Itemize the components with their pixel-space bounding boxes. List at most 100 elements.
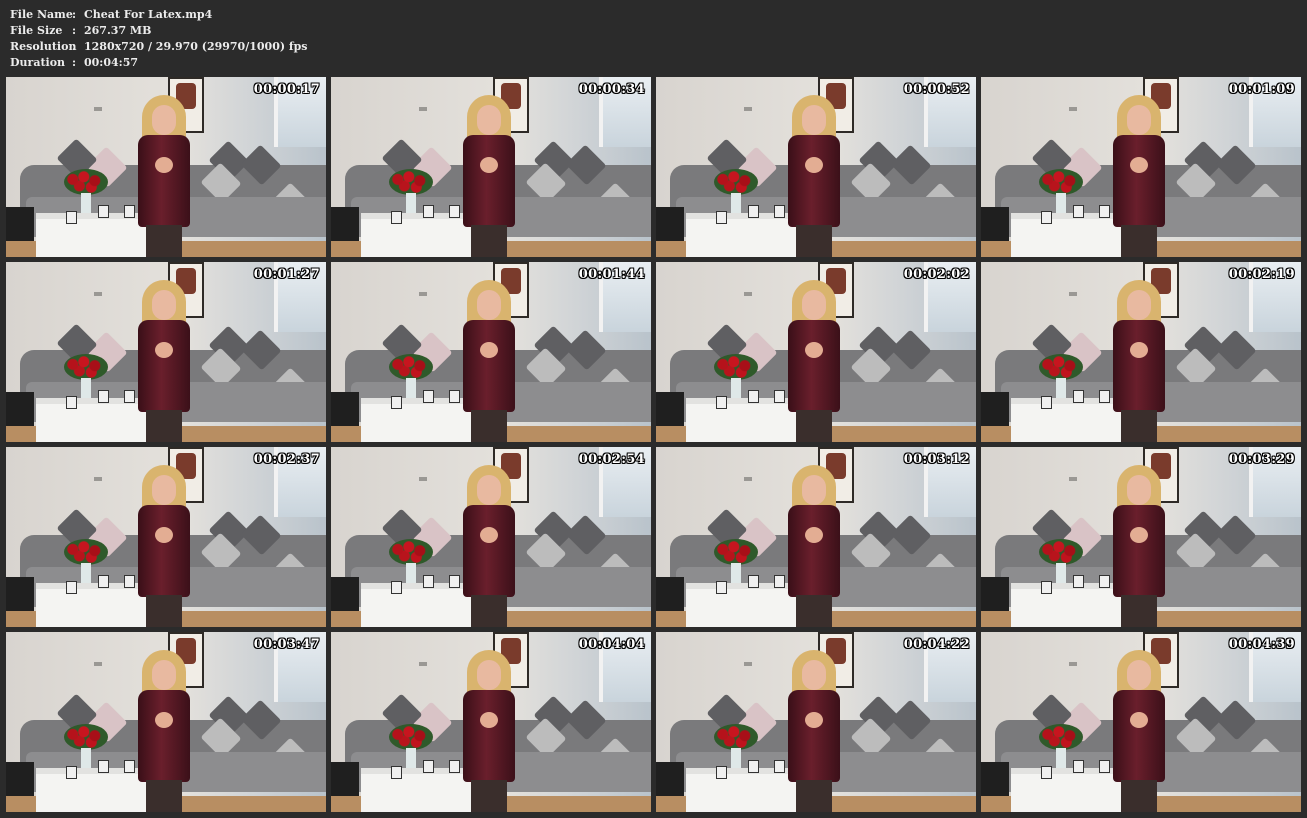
thumbnail-timestamp: 00:00:34 [578, 82, 645, 97]
person-legs [1121, 780, 1157, 812]
video-thumbnail: 00:03:29 [981, 447, 1301, 627]
file-size-separator: : [72, 24, 77, 37]
scene-candle [1041, 581, 1052, 594]
person-dress [788, 135, 840, 227]
scene-person [124, 465, 204, 627]
person-face [152, 660, 176, 690]
scene-candle [1073, 760, 1084, 773]
scene-light-switch [744, 107, 752, 111]
person-legs [796, 595, 832, 627]
thumbnail-timestamp: 00:03:47 [253, 637, 320, 652]
video-thumbnail: 00:04:04 [331, 632, 651, 812]
scene-candle [1041, 766, 1052, 779]
scene-candle [423, 205, 434, 218]
scene-candle [748, 760, 759, 773]
person-dress [138, 505, 190, 597]
person-legs [1121, 410, 1157, 442]
thumbnail-timestamp: 00:01:44 [578, 267, 645, 282]
person-face [477, 105, 501, 135]
scene-candle [716, 581, 727, 594]
scene-candle [391, 766, 402, 779]
duration-separator: : [72, 56, 77, 69]
video-thumbnail: 00:02:37 [6, 447, 326, 627]
thumbnail-timestamp: 00:03:12 [903, 452, 970, 467]
person-dress [138, 135, 190, 227]
thumbnail-timestamp: 00:00:17 [253, 82, 320, 97]
thumbnail-timestamp: 00:04:39 [1228, 637, 1295, 652]
person-face [802, 105, 826, 135]
scene-person [1099, 95, 1179, 257]
person-face [477, 475, 501, 505]
video-thumbnail: 00:00:34 [331, 77, 651, 257]
scene-candle [98, 205, 109, 218]
person-legs [146, 780, 182, 812]
file-size-label: File Size [10, 24, 63, 37]
person-face [152, 475, 176, 505]
file-name-row: File Name : Cheat For Latex.mp4 [10, 7, 308, 23]
scene-vase [406, 378, 416, 398]
person-face [802, 290, 826, 320]
video-thumbnail: 00:04:39 [981, 632, 1301, 812]
person-dress-cutout [480, 527, 498, 543]
person-dress-cutout [480, 157, 498, 173]
person-face [152, 290, 176, 320]
scene-vase [1056, 378, 1066, 398]
scene-vase [406, 193, 416, 213]
video-thumbnail: 00:02:54 [331, 447, 651, 627]
scene-person [774, 465, 854, 627]
scene-person [124, 95, 204, 257]
person-dress [1113, 320, 1165, 412]
scene-vase [731, 563, 741, 583]
scene-candle [423, 760, 434, 773]
scene-person [774, 95, 854, 257]
file-size-row: File Size : 267.37 MB [10, 23, 308, 39]
scene-candle [716, 211, 727, 224]
scene-vase [1056, 748, 1066, 768]
scene-roses [389, 354, 433, 380]
scene-candle [98, 575, 109, 588]
scene-candle [748, 575, 759, 588]
person-dress [463, 320, 515, 412]
scene-light-switch [1069, 107, 1077, 111]
scene-candle [748, 390, 759, 403]
scene-candle [98, 390, 109, 403]
scene-person [449, 465, 529, 627]
scene-person [774, 280, 854, 442]
scene-vase [406, 563, 416, 583]
video-thumbnail: 00:04:22 [656, 632, 976, 812]
scene-candle [66, 396, 77, 409]
person-dress-cutout [155, 712, 173, 728]
scene-candle [1073, 390, 1084, 403]
thumbnail-timestamp: 00:02:54 [578, 452, 645, 467]
scene-vase [1056, 193, 1066, 213]
scene-vase [406, 748, 416, 768]
scene-roses [389, 539, 433, 565]
scene-light-switch [94, 107, 102, 111]
person-face [1127, 475, 1151, 505]
thumbnail-timestamp: 00:02:37 [253, 452, 320, 467]
file-name-value: Cheat For Latex.mp4 [84, 8, 213, 21]
thumbnail-timestamp: 00:02:19 [1228, 267, 1295, 282]
video-thumbnail: 00:03:12 [656, 447, 976, 627]
file-size-value: 267.37 MB [84, 24, 152, 37]
scene-candle [1073, 575, 1084, 588]
person-legs [146, 595, 182, 627]
scene-candle [391, 396, 402, 409]
scene-vase [81, 193, 91, 213]
person-dress-cutout [480, 342, 498, 358]
person-face [802, 475, 826, 505]
thumbnail-grid: 00:00:17 00:00:34 00:00:52 00:01:09 00:0… [6, 77, 1302, 814]
duration-label: Duration [10, 56, 66, 69]
person-dress [463, 690, 515, 782]
video-thumbnail: 00:02:19 [981, 262, 1301, 442]
person-dress [138, 690, 190, 782]
person-legs [796, 410, 832, 442]
person-dress-cutout [805, 342, 823, 358]
person-legs [796, 225, 832, 257]
scene-light-switch [94, 662, 102, 666]
person-dress-cutout [1130, 342, 1148, 358]
person-dress [788, 505, 840, 597]
scene-light-switch [94, 292, 102, 296]
person-dress-cutout [805, 712, 823, 728]
person-dress-cutout [480, 712, 498, 728]
